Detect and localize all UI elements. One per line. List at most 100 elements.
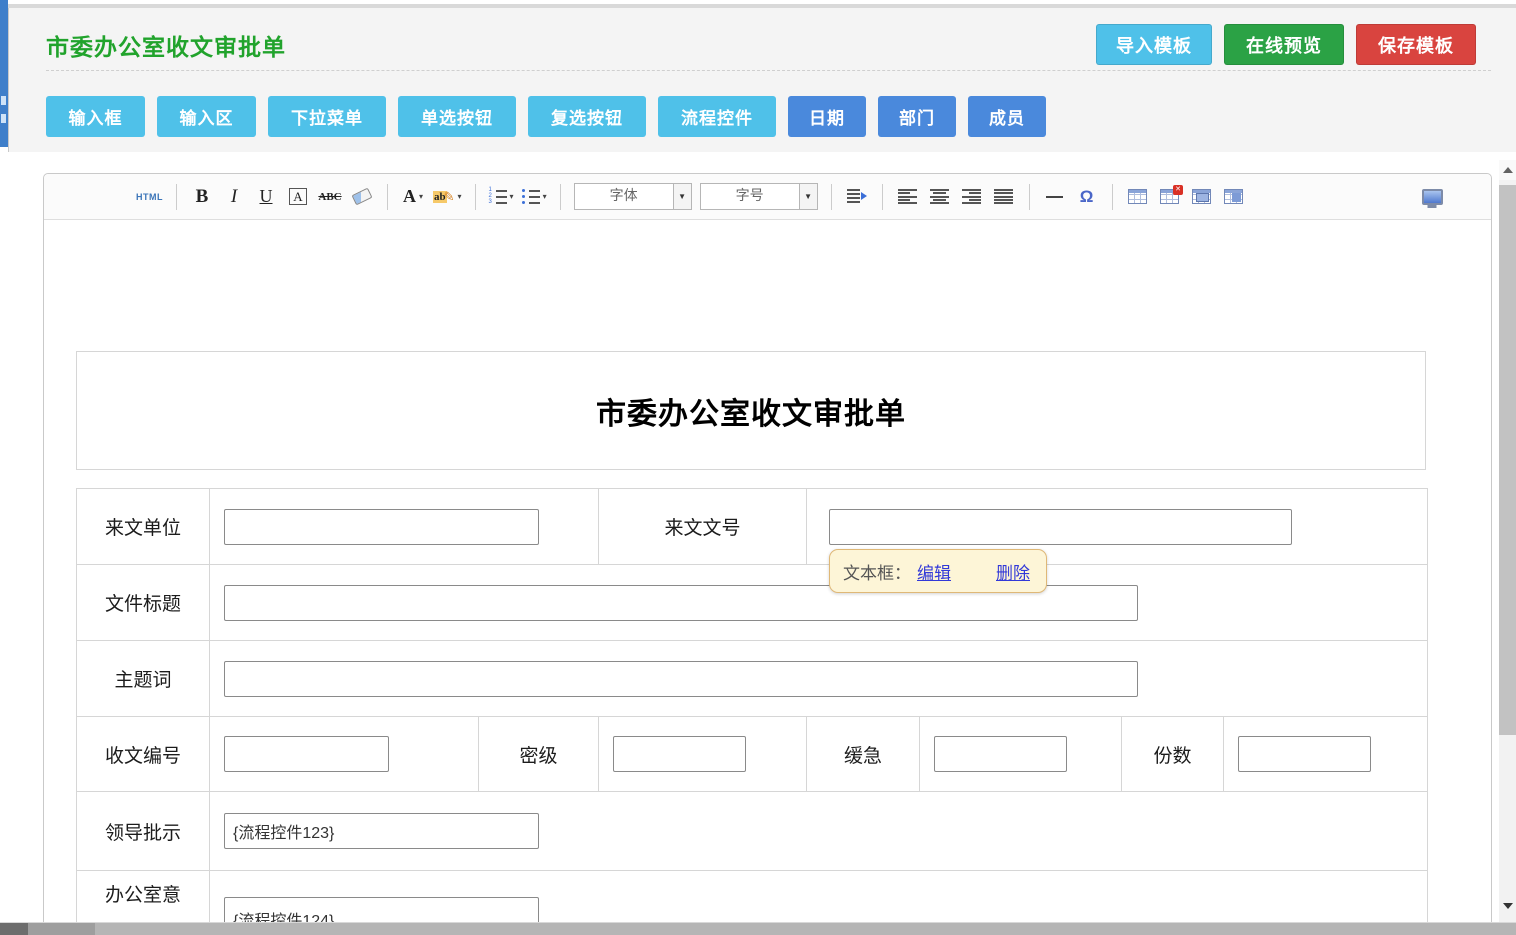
label-leader-note: 领导批示 [77,792,210,870]
collapsed-sidebar-edge[interactable] [0,0,8,147]
label-secrecy: 密级 [479,717,599,791]
table-row: 收文编号 密级 缓急 份数 [76,717,1428,792]
urgency-input[interactable] [934,736,1067,772]
scroll-up-button[interactable] [1499,160,1516,180]
online-preview-button[interactable]: 在线预览 [1224,24,1344,65]
label-keywords: 主题词 [77,641,210,716]
horizontal-scrollbar-thumb[interactable] [28,923,95,935]
horizontal-scrollbar[interactable] [0,922,1516,935]
copies-input[interactable] [1238,736,1371,772]
source-unit-input[interactable] [224,509,539,545]
page-title: 市委办公室收文审批单 [46,28,286,62]
table-row: 主题词 [76,641,1428,717]
label-receipt-no: 收文编号 [77,717,210,791]
toolbar-separator [475,184,476,210]
align-center-icon[interactable] [928,183,952,211]
widget-textarea-button[interactable]: 输入区 [157,96,256,137]
fullscreen-monitor-icon[interactable] [1420,183,1444,211]
header-divider [46,70,1491,71]
tooltip-edit-link[interactable]: 编辑 [917,559,951,584]
header-actions: 导入模板 在线预览 保存模板 [1096,24,1476,65]
table-row: 来文单位 来文文号 [76,489,1428,565]
widget-date-button[interactable]: 日期 [788,96,866,137]
label-urgency: 缓急 [807,717,920,791]
label-doc-title: 文件标题 [77,565,210,640]
highlight-color-icon[interactable]: ab✎▾ [433,183,462,211]
chevron-down-icon[interactable]: ▼ [673,184,691,209]
header-panel: 市委办公室收文审批单 导入模板 在线预览 保存模板 输入框 输入区 下拉菜单 单… [8,8,1516,152]
vertical-scrollbar[interactable] [1499,160,1516,922]
toolbar-separator [387,184,388,210]
html-source-icon[interactable]: HTML [136,183,163,211]
font-size-select[interactable]: 字号▼ [700,183,818,210]
align-left-icon[interactable] [896,183,920,211]
scrollbar-thumb[interactable] [1499,185,1516,735]
cell-doc-title [210,565,1427,640]
align-right-icon[interactable] [960,183,984,211]
receipt-no-input[interactable] [224,736,389,772]
widget-checkbox-button[interactable]: 复选按钮 [528,96,646,137]
widget-department-button[interactable]: 部门 [878,96,956,137]
cell-secrecy [599,717,807,791]
save-template-button[interactable]: 保存模板 [1356,24,1476,65]
cell-keywords [210,641,1427,716]
tooltip-delete-link[interactable]: 删除 [996,559,1030,584]
char-border-icon[interactable]: A [286,183,310,211]
font-family-select[interactable]: 字体▼ [574,183,692,210]
widget-flow-control-button[interactable]: 流程控件 [658,96,776,137]
special-character-icon[interactable]: Ω [1075,183,1099,211]
form-title: 市委办公室收文审批单 [596,389,906,433]
widget-input-box-button[interactable]: 输入框 [46,96,145,137]
italic-icon[interactable]: I [222,183,246,211]
underline-icon[interactable]: U [254,183,278,211]
cell-copies [1224,717,1427,791]
label-source-no: 来文文号 [599,489,807,564]
indent-icon[interactable] [845,183,869,211]
bold-icon[interactable]: B [190,183,214,211]
table-properties-icon[interactable] [1190,183,1214,211]
cell-urgency [920,717,1122,791]
delete-table-icon[interactable] [1158,183,1182,211]
import-template-button[interactable]: 导入模板 [1096,24,1212,65]
control-tooltip: 文本框： 编辑 删除 [829,549,1047,593]
leader-note-input[interactable] [224,813,539,849]
cell-leader-note [210,792,1427,870]
toolbar-separator [560,184,561,210]
ordered-list-icon[interactable]: 1 2 3 ▾ [489,183,514,211]
secrecy-input[interactable] [613,736,746,772]
tooltip-type-label: 文本框： [843,559,911,584]
source-no-input[interactable] [829,509,1292,545]
align-justify-icon[interactable] [992,183,1016,211]
widget-member-button[interactable]: 成员 [968,96,1046,137]
text-color-icon[interactable]: A▾ [401,183,425,211]
editor-content-area[interactable]: 市委办公室收文审批单 来文单位 来文文号 文件标题 主题词 [44,220,1491,935]
widget-dropdown-button[interactable]: 下拉菜单 [268,96,386,137]
remove-format-eraser-icon[interactable] [350,183,374,211]
keywords-input[interactable] [224,661,1138,697]
toolbar-separator [1029,184,1030,210]
toolbar-separator [882,184,883,210]
unordered-list-icon[interactable]: ▾ [522,183,547,211]
editor-toolbar: HTML B I U A ABC A▾ ab✎▾ 1 2 3 ▾ ▾ 字体▼ 字… [44,174,1491,220]
widget-buttons-row: 输入框 输入区 下拉菜单 单选按钮 复选按钮 流程控件 日期 部门 成员 [46,96,1046,137]
label-source-unit: 来文单位 [77,489,210,564]
label-copies: 份数 [1122,717,1224,791]
toolbar-separator [831,184,832,210]
scroll-down-button[interactable] [1499,896,1516,916]
widget-radio-button[interactable]: 单选按钮 [398,96,516,137]
table-row: 文件标题 [76,565,1428,641]
richtext-editor-panel: HTML B I U A ABC A▾ ab✎▾ 1 2 3 ▾ ▾ 字体▼ 字… [43,173,1492,935]
cell-properties-icon[interactable] [1222,183,1246,211]
toolbar-separator [1112,184,1113,210]
table-row: 领导批示 [76,792,1428,871]
toolbar-separator [176,184,177,210]
cell-receipt-no [210,717,479,791]
chevron-down-icon[interactable]: ▼ [799,184,817,209]
insert-table-icon[interactable] [1126,183,1150,211]
form-title-cell: 市委办公室收文审批单 [76,351,1426,470]
horizontal-scroll-left-button[interactable] [0,923,28,935]
cell-source-unit [210,489,599,564]
form-table: 来文单位 来文文号 文件标题 主题词 [76,488,1428,935]
strikethrough-icon[interactable]: ABC [318,183,342,211]
horizontal-rule-icon[interactable] [1043,183,1067,211]
